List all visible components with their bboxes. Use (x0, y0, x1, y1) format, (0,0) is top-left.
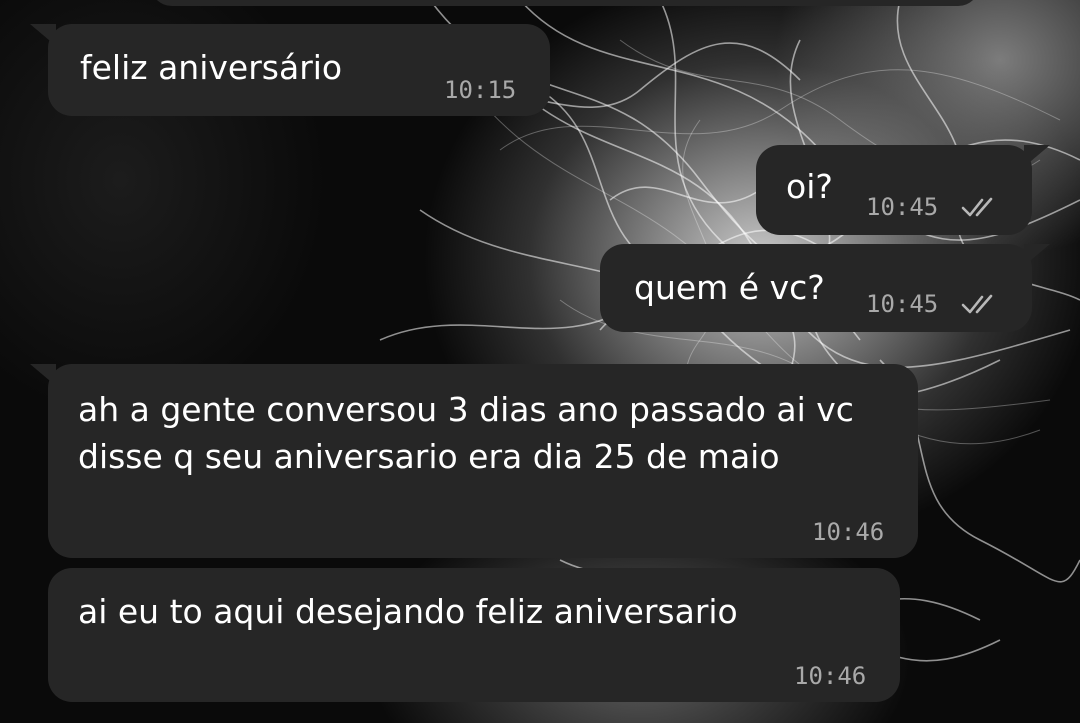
message-timestamp: 10:45 (866, 193, 939, 221)
message-text: oi? (786, 167, 833, 206)
message-timestamp: 10:46 (794, 662, 867, 690)
message-text: ah a gente conversou 3 dias ano passado … (78, 390, 865, 476)
message-text: feliz aniversário (80, 48, 343, 87)
message-bubble-incoming[interactable]: ai eu to aqui desejando feliz aniversari… (48, 568, 900, 702)
message-bubble-outgoing[interactable]: quem é vc? 10:45 (600, 244, 1050, 332)
message-timestamp: 10:46 (812, 518, 885, 546)
message-bubble-incoming[interactable]: feliz aniversário 10:15 (30, 24, 550, 116)
message-bubble-outgoing[interactable]: oi? 10:45 (756, 145, 1050, 235)
double-check-icon (961, 294, 993, 314)
message-text: ai eu to aqui desejando feliz aniversari… (78, 592, 738, 631)
double-check-icon (961, 197, 993, 217)
message-bubble-incoming[interactable]: ah a gente conversou 3 dias ano passado … (30, 364, 918, 558)
message-text: quem é vc? (634, 268, 825, 307)
message-timestamp: 10:15 (444, 76, 517, 104)
previous-message-edge (150, 0, 980, 6)
message-timestamp: 10:45 (866, 290, 939, 318)
